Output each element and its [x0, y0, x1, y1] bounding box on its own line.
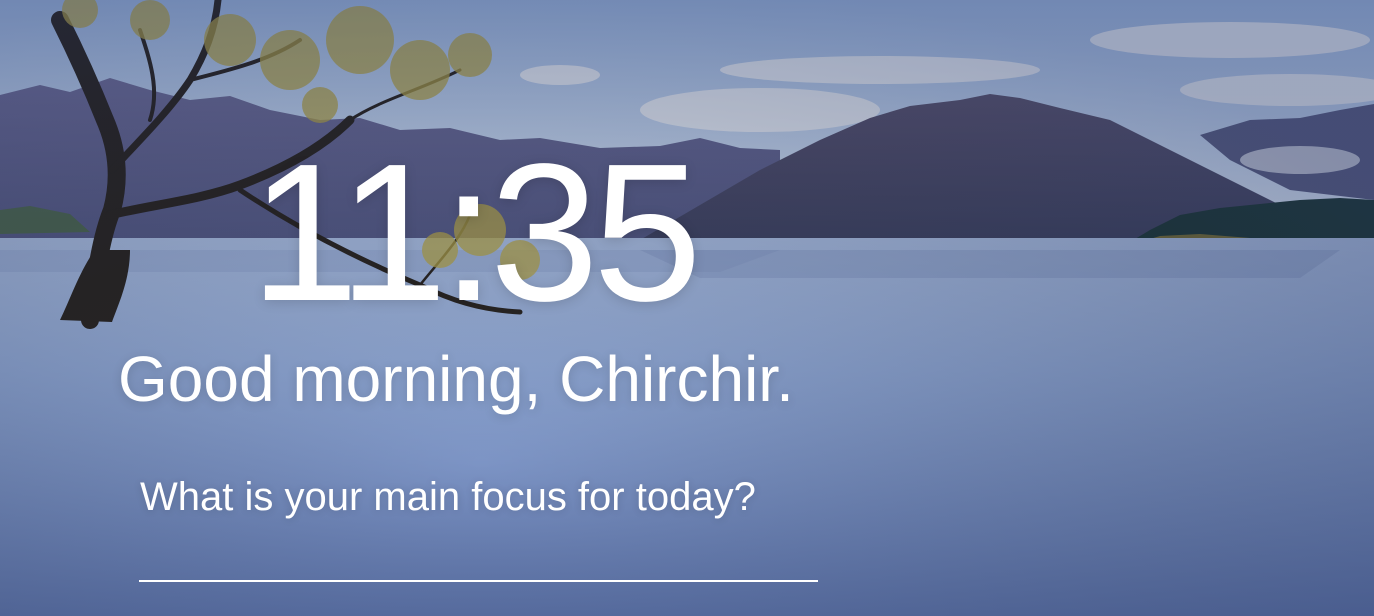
greeting-text[interactable]: Good morning, Chirchir.: [118, 342, 878, 416]
focus-prompt-label: What is your main focus for today?: [140, 475, 756, 519]
focus-input[interactable]: [139, 540, 818, 582]
clock-time[interactable]: 11:35: [250, 128, 730, 338]
dashboard-center: 11:35 Good morning, Chirchir. What is yo…: [0, 0, 1374, 616]
